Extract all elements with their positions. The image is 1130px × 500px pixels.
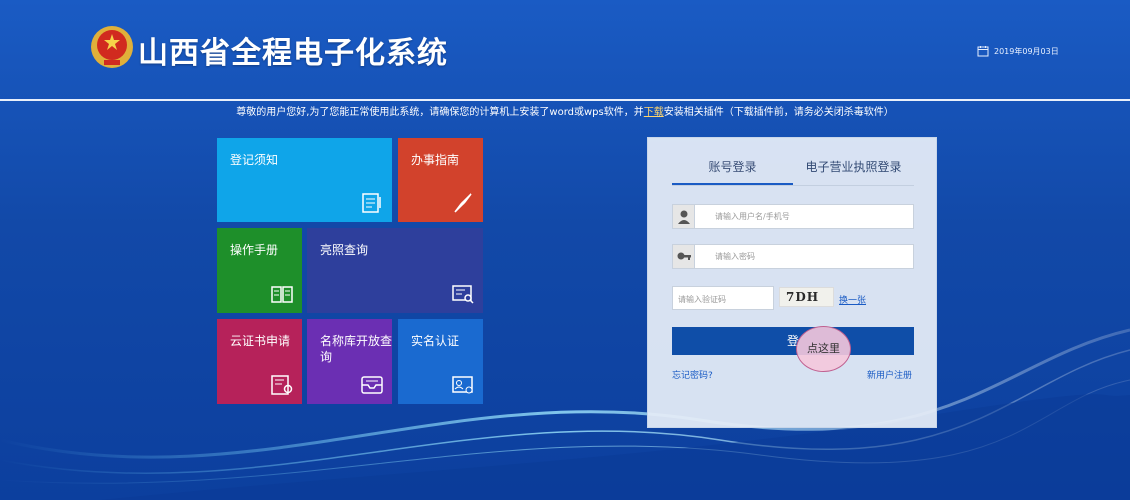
tile-label: 实名认证 — [411, 334, 460, 348]
login-panel: 账号登录 电子营业执照登录 7DH 换一张 登 忘记密码? 新用户注册 — [647, 137, 937, 428]
tile-operation-manual[interactable]: 操作手册 — [217, 228, 302, 313]
tile-label: 登记须知 — [230, 153, 279, 167]
tile-license-query[interactable]: 亮照查询 — [307, 228, 483, 313]
date-text: 2019年09月03日 — [994, 46, 1059, 56]
tile-label: 名称库开放查询 — [320, 334, 393, 364]
tile-cloud-certificate[interactable]: 云证书申请 — [217, 319, 302, 404]
site-title: 山西省全程电子化系统 — [138, 36, 448, 71]
date-display: 2019年09月03日 — [977, 45, 1059, 57]
captcha-text: 7DH — [786, 290, 820, 304]
download-link[interactable]: 下载 — [644, 107, 664, 118]
license-search-icon — [452, 285, 474, 304]
tile-label: 云证书申请 — [230, 334, 291, 348]
password-field — [672, 244, 914, 269]
calendar-icon — [977, 46, 989, 57]
national-emblem-icon — [91, 26, 133, 68]
captcha-image[interactable]: 7DH — [779, 287, 834, 307]
header-divider — [0, 99, 1130, 101]
login-button[interactable]: 登 — [672, 327, 914, 355]
tile-real-name-auth[interactable]: 实名认证 — [398, 319, 483, 404]
username-input[interactable] — [695, 205, 913, 228]
notebook-icon — [362, 193, 381, 213]
login-tabs: 账号登录 电子营业执照登录 — [672, 154, 914, 186]
tab-account-login[interactable]: 账号登录 — [672, 154, 793, 185]
book-icon — [271, 286, 293, 303]
captcha-input[interactable] — [673, 288, 773, 311]
captcha-field — [672, 286, 774, 311]
forgot-password-link[interactable]: 忘记密码? — [672, 368, 713, 381]
register-link[interactable]: 新用户注册 — [867, 368, 912, 381]
tile-label: 操作手册 — [230, 243, 279, 257]
key-icon — [673, 245, 695, 268]
inbox-icon — [361, 376, 383, 394]
id-card-icon — [452, 376, 473, 394]
user-icon — [673, 205, 695, 228]
tile-label: 亮照查询 — [320, 243, 369, 257]
password-input[interactable] — [695, 245, 913, 268]
username-field — [672, 204, 914, 229]
notice-text-before: 尊敬的用户您好,为了您能正常使用此系统，请确保您的计算机上安装了word或wps… — [236, 107, 644, 118]
certificate-icon — [271, 375, 293, 395]
change-captcha-link[interactable]: 换一张 — [839, 293, 866, 306]
tile-service-guide[interactable]: 办事指南 — [398, 138, 483, 222]
tile-name-database-query[interactable]: 名称库开放查询 — [307, 319, 392, 404]
tile-label: 办事指南 — [411, 153, 460, 167]
notice-text-after: 安装相关插件（下载插件前，请务必关闭杀毒软件） — [663, 107, 894, 118]
tile-registration-notice[interactable]: 登记须知 — [217, 138, 392, 222]
notice-bar: 尊敬的用户您好,为了您能正常使用此系统，请确保您的计算机上安装了word或wps… — [0, 103, 1130, 118]
compass-icon — [454, 193, 472, 213]
tab-e-license-login[interactable]: 电子营业执照登录 — [793, 154, 914, 185]
header: 山西省全程电子化系统 2019年09月03日 — [0, 0, 1130, 100]
click-here-bubble: 点这里 — [796, 326, 851, 372]
